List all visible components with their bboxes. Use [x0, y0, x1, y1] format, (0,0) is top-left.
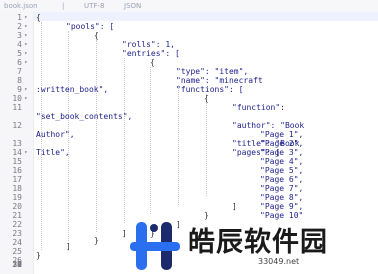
fold-toggle-icon[interactable]: ▾: [24, 49, 28, 58]
line-number: 6: [17, 58, 22, 67]
watermark-title: 皓辰软件园: [188, 227, 328, 258]
code-line-1: {: [36, 13, 41, 22]
code-line-9: "functions": [: [176, 85, 244, 94]
line-number: 18: [12, 184, 22, 193]
fold-toggle-icon[interactable]: ▾: [24, 13, 28, 22]
page-entry: "Page 4",: [260, 157, 304, 166]
code-line-13-wrap: Title",: [36, 148, 70, 157]
code-line-12: "author": "Book: [232, 121, 305, 130]
line-number: 25: [12, 247, 22, 256]
code-line-32: }: [36, 251, 41, 260]
separator: |: [62, 2, 65, 10]
line-number: 17: [12, 175, 22, 184]
fold-toggle-icon[interactable]: ▾: [24, 94, 28, 103]
page-entry: "Page 3",: [260, 148, 304, 157]
line-number: 23: [12, 229, 22, 238]
code-line-10: {: [204, 94, 209, 103]
line-number: 20: [12, 202, 22, 211]
line-number: 24: [12, 238, 22, 247]
line-number-gutter: 1 ▾ 2 ▾ 3 ▾ 4 ▾ 5 ▾ 6 ▾ 7 8 9 ▾ 10 ▾ 11 12 13 14 ▾ 15 16 17 18 19 20…: [0, 12, 34, 274]
line-number: 2: [17, 22, 22, 31]
line-number: 16: [12, 166, 22, 175]
page-entry: "Page 8",: [260, 193, 304, 202]
line-number: 8: [17, 76, 22, 85]
indent-guide: [124, 58, 125, 223]
code-editor[interactable]: book.json | UTF-8 JSON 1 ▾ 2 ▾ 3 ▾ 4 ▾ 5 ▾ 6 ▾ 7 8 9 ▾ 1…: [0, 0, 378, 274]
code-line-31: ]: [66, 242, 71, 251]
indent-guide: [178, 85, 179, 205]
code-line-11: "function":: [232, 103, 285, 112]
line-number: 10: [12, 94, 22, 103]
line-number: 12: [12, 121, 22, 130]
code-line-11-wrap: "set_book_contents",: [36, 112, 133, 121]
fold-toggle-icon[interactable]: ▾: [24, 58, 28, 67]
page-entry: "Page 1",: [260, 130, 304, 139]
code-line-3: {: [94, 31, 99, 40]
encoding-label[interactable]: UTF-8: [84, 0, 104, 12]
code-line-7: "type": "item",: [176, 67, 249, 76]
page-entry: "Page 6",: [260, 175, 304, 184]
code-line-12-wrap: Author",: [36, 130, 75, 139]
line-number: 14: [12, 148, 22, 157]
line-number: 13: [12, 139, 22, 148]
fold-toggle-icon[interactable]: ▾: [24, 22, 28, 31]
line-number: 4: [17, 40, 22, 49]
code-line-6: {: [150, 58, 155, 67]
line-number: 5: [17, 49, 22, 58]
line-number: 22: [12, 220, 22, 229]
watermark-url: 33049.net: [258, 257, 300, 266]
code-line-8-wrap: :written_book",: [36, 85, 109, 94]
language-label[interactable]: JSON: [124, 0, 141, 12]
indent-guide: [150, 67, 151, 214]
page-entry: "Page 9",: [260, 202, 304, 211]
line-number: 1: [17, 13, 22, 22]
code-line-5: "entries": [: [122, 49, 180, 58]
line-number: 9: [17, 85, 22, 94]
site-logo-icon: [130, 222, 180, 270]
site-watermark: 皓辰软件园 33049.net: [130, 212, 378, 274]
fold-toggle-icon[interactable]: ▾: [24, 31, 28, 40]
line-number: 11: [12, 103, 22, 112]
indent-guide: [96, 40, 97, 232]
code-line-8: "name": "minecraft: [176, 76, 263, 85]
line-number: 32: [12, 260, 22, 269]
fold-toggle-icon[interactable]: ▾: [24, 40, 28, 49]
fold-toggle-icon[interactable]: ▾: [24, 85, 28, 94]
code-line-2: "pools": [: [66, 22, 115, 31]
filename-label[interactable]: book.json: [4, 0, 38, 12]
line-number: 3: [17, 31, 22, 40]
indent-guide: [206, 94, 207, 196]
line-number: 15: [12, 157, 22, 166]
page-entry: "Page 5",: [260, 166, 304, 175]
code-line-25: ]: [232, 202, 237, 211]
page-entry: "Page 2",: [260, 139, 304, 148]
fold-toggle-icon[interactable]: ▾: [24, 148, 28, 157]
code-line-4: "rolls": 1,: [122, 40, 175, 49]
code-line-29: ]: [122, 229, 127, 238]
line-number: 19: [12, 193, 22, 202]
code-line-30: }: [94, 236, 99, 245]
line-number: 21: [12, 211, 22, 220]
line-number: 7: [17, 67, 22, 76]
current-line-highlight: [34, 12, 378, 21]
page-entry: "Page 7",: [260, 184, 304, 193]
